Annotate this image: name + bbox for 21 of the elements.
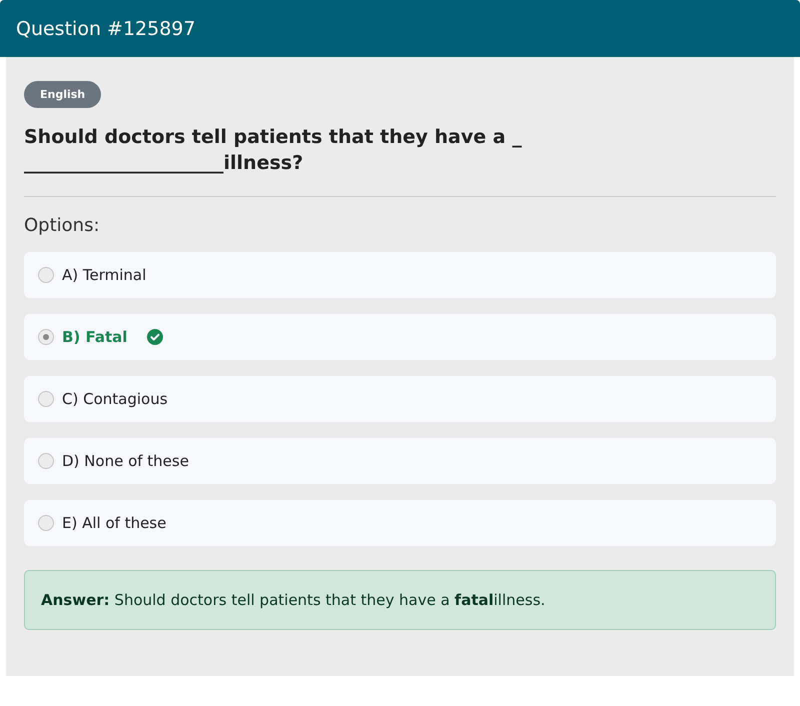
radio-button[interactable] bbox=[38, 267, 54, 283]
option-row[interactable]: E) All of these bbox=[24, 500, 776, 546]
option-row[interactable]: D) None of these bbox=[24, 438, 776, 484]
language-badge: English bbox=[24, 81, 102, 108]
option-row[interactable]: A) Terminal bbox=[24, 252, 776, 298]
radio-button[interactable] bbox=[38, 515, 54, 531]
radio-button[interactable] bbox=[38, 453, 54, 469]
radio-button[interactable] bbox=[38, 391, 54, 407]
option-row[interactable]: B) Fatal bbox=[24, 314, 776, 360]
option-label: D) None of these bbox=[62, 452, 189, 470]
option-label: E) All of these bbox=[62, 514, 166, 532]
option-label: B) Fatal bbox=[62, 328, 128, 346]
option-row[interactable]: C) Contagious bbox=[24, 376, 776, 422]
option-label: A) Terminal bbox=[62, 266, 146, 284]
page-title: Question #125897 bbox=[16, 18, 196, 40]
options-label: Options: bbox=[24, 215, 101, 236]
option-label: C) Contagious bbox=[62, 390, 168, 408]
answer-alert: Answer: Should doctors tell patients that they have a fatalillness. bbox=[24, 570, 776, 630]
check-circle-icon bbox=[147, 329, 164, 345]
radio-button[interactable] bbox=[38, 329, 54, 345]
question-text: Should doctors tell patients that they have a ______________________illness? bbox=[24, 125, 523, 176]
